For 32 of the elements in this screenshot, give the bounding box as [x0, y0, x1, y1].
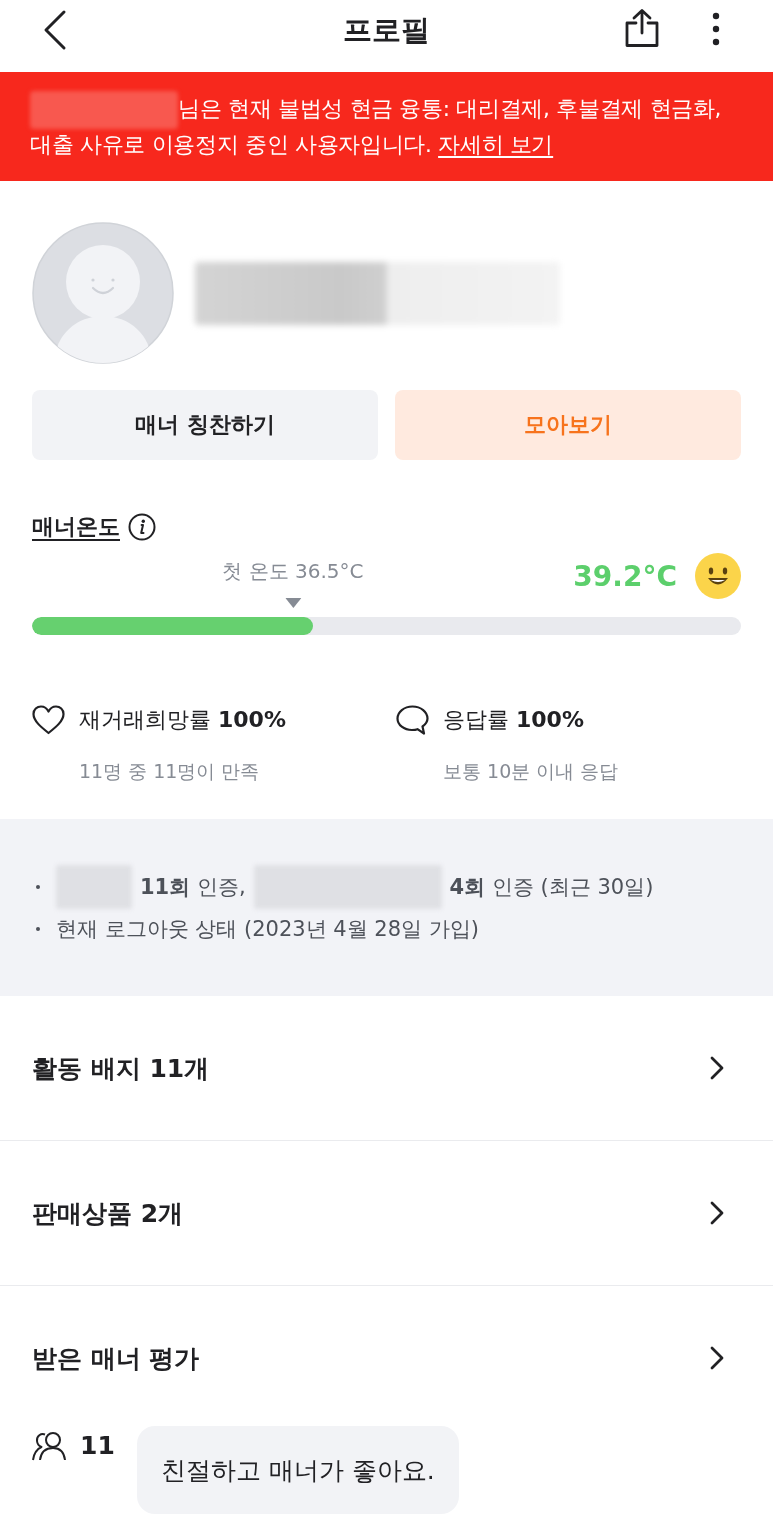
manner-temperature-link[interactable]: 매너온도 [32, 512, 120, 542]
more-icon[interactable] [711, 12, 721, 46]
back-icon[interactable] [42, 8, 68, 52]
people-icon [32, 1431, 66, 1461]
bullet-icon [36, 927, 40, 931]
action-button[interactable]: 매너 칭찬하기 [32, 390, 378, 460]
info-text: 11회 인증, [140, 874, 246, 901]
start-temperature-label: 첫 온도 36.5°C [222, 559, 364, 583]
info-text: 4회 인증 (최근 30일) [449, 874, 654, 901]
menu-item[interactable]: 활동 배지 11개 [0, 996, 773, 1140]
review-count: 11 [80, 1430, 115, 1462]
temperature-value: 39.2°C [573, 559, 677, 593]
details-link[interactable]: 자세히 보기 [438, 132, 554, 157]
chevron-right-icon [709, 1345, 725, 1371]
heart-icon [32, 705, 65, 735]
stat-detail: 11명 중 11명이 만족 [79, 759, 261, 784]
menu-item[interactable]: 판매상품 2개 [0, 1140, 773, 1285]
chevron-right-icon [709, 1200, 725, 1226]
stat-detail: 보통 10분 이내 응답 [443, 759, 620, 784]
warning-message: 님은 현재 불법성 현금 융통: 대리결제, 후불결제 현금화, 대출 사유로 이용정지 중인 사용자입니다. 자세히 보기 [30, 91, 745, 163]
review-comment: 친절하고 매너가 좋아요. [136, 1426, 459, 1514]
info-icon[interactable] [128, 513, 156, 541]
marker-triangle-icon [284, 598, 301, 608]
chevron-right-icon [709, 1055, 725, 1081]
chat-bubble-icon [396, 705, 429, 735]
page-title: 프로필 [343, 12, 430, 49]
stat-label: 응답률 100% [443, 706, 584, 734]
bullet-icon [36, 885, 40, 889]
info-text: 현재 로그아웃 상태 (2023년 4월 28일 가입) [56, 916, 479, 943]
smiling-face-icon [695, 553, 741, 599]
share-icon[interactable] [624, 8, 660, 48]
stat-label: 재거래희망률 100% [79, 706, 286, 734]
